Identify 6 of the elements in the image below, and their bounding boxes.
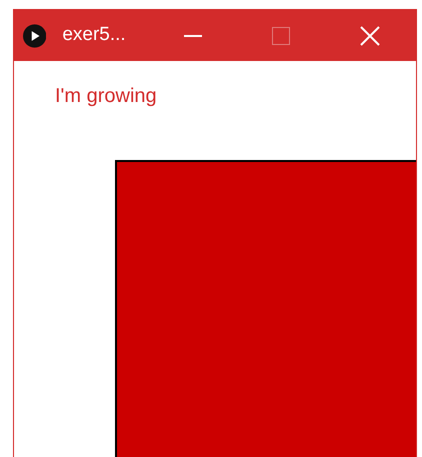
window-title: exer5... [62,23,127,48]
close-icon [360,26,380,46]
maximize-icon [272,26,290,44]
app-icon [23,24,46,48]
status-label: I'm growing [55,84,157,109]
minimize-icon [184,34,202,36]
